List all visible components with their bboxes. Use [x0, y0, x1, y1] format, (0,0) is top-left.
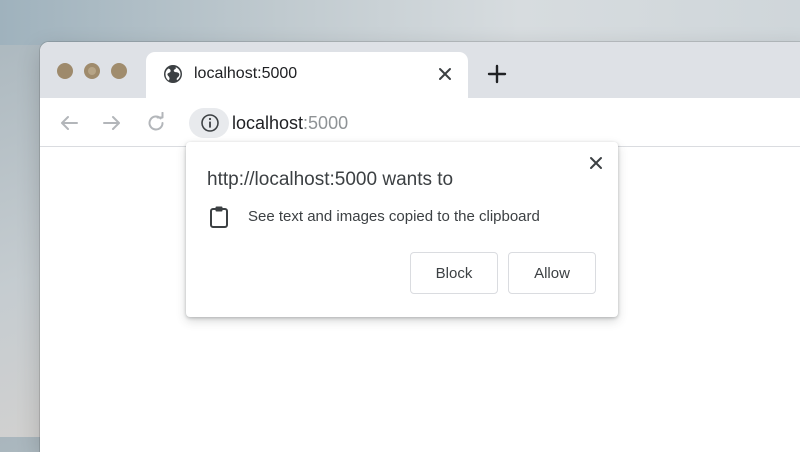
permission-dialog: http://localhost:5000 wants to See text … — [186, 142, 618, 317]
allow-button[interactable]: Allow — [508, 252, 596, 294]
desktop-background — [0, 0, 800, 45]
url-host: localhost — [232, 113, 304, 133]
permission-description: See text and images copied to the clipbo… — [248, 208, 540, 225]
close-icon[interactable] — [587, 154, 605, 172]
globe-icon — [164, 65, 182, 83]
browser-toolbar: localhost:5000 — [40, 98, 800, 147]
new-tab-icon[interactable] — [486, 63, 508, 85]
url-port: :5000 — [303, 113, 349, 133]
back-arrow-icon[interactable] — [58, 112, 80, 134]
address-bar[interactable]: localhost:5000 — [232, 112, 348, 134]
reload-icon[interactable] — [145, 112, 167, 134]
forward-arrow-icon[interactable] — [101, 112, 123, 134]
tab-title: localhost:5000 — [194, 65, 298, 82]
permission-dialog-title: http://localhost:5000 wants to — [207, 169, 454, 190]
clipboard-icon — [210, 206, 228, 228]
browser-tab[interactable]: localhost:5000 — [146, 52, 468, 98]
minimize-window-button[interactable] — [84, 63, 100, 79]
maximize-window-button[interactable] — [111, 63, 127, 79]
info-icon[interactable] — [200, 113, 220, 133]
block-button[interactable]: Block — [410, 252, 498, 294]
tab-strip: localhost:5000 — [40, 42, 800, 98]
close-tab-icon[interactable] — [436, 65, 454, 83]
close-window-button[interactable] — [57, 63, 73, 79]
